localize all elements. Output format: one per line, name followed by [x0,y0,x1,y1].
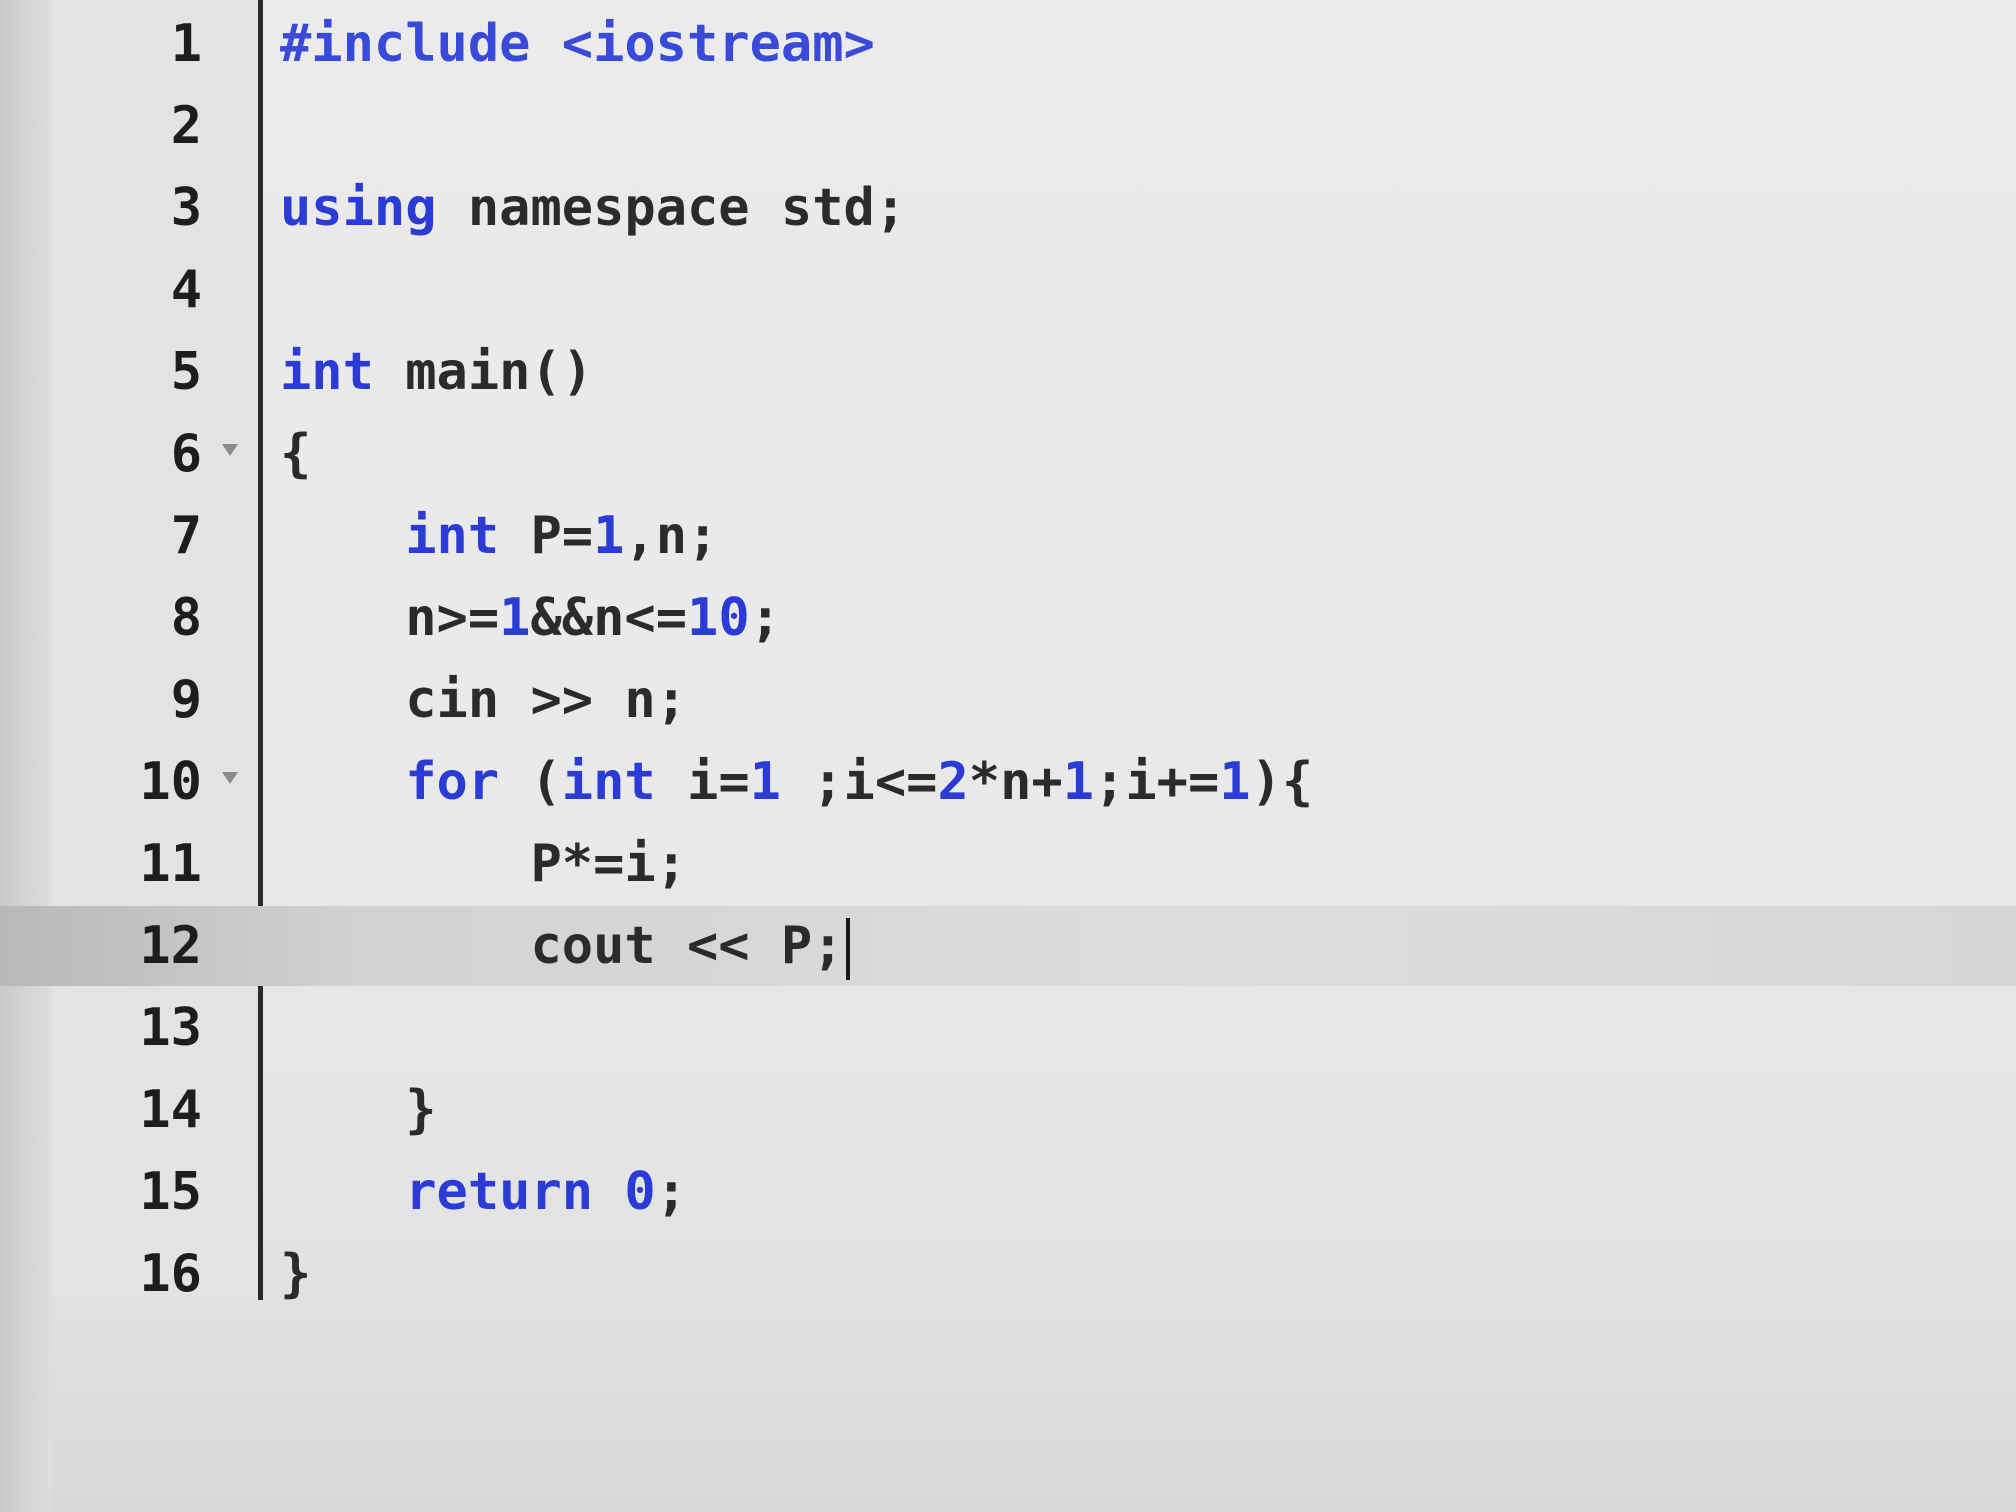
code-token: cout << P; [280,916,844,976]
code-text[interactable]: cout << P; [280,906,850,986]
line-number: 4 [170,260,202,320]
line-number: 7 [170,506,202,566]
code-token: } [280,1080,437,1140]
code-token: { [280,424,312,484]
code-text[interactable]: int P=1,n; [280,496,718,576]
code-line[interactable]: 8 n>=1&&n<=10; [0,578,2016,658]
code-line[interactable]: 1 #include <iostream> [0,4,2016,84]
code-line[interactable]: 3 using namespace std; [0,168,2016,248]
code-token: P*=i; [280,834,687,894]
line-number: 14 [139,1080,202,1140]
line-number: 12 [139,916,202,976]
code-text[interactable]: using namespace std; [280,168,906,248]
code-token: ; [655,1162,688,1222]
code-editor[interactable]: 1 #include <iostream> 2 3 using namespace st… [0,0,2016,1512]
line-number: 9 [170,670,202,730]
code-token: P= [499,506,594,566]
code-token: cin >> n; [280,670,687,730]
keyword-token: int [280,342,374,402]
code-token: &&n<= [530,588,688,648]
code-line[interactable]: 16} [0,1234,2016,1314]
code-token: *n+ [968,752,1063,812]
line-number: 8 [170,588,202,648]
line-number: 3 [170,178,202,238]
keyword-token: return [405,1162,594,1222]
line-number: 2 [170,96,202,156]
code-token: } [280,1244,312,1304]
code-text[interactable]: int main() [280,332,593,412]
code-text[interactable]: { [280,414,311,494]
line-number: 1 [170,14,202,74]
code-line[interactable]: 14 } [0,1070,2016,1150]
code-line[interactable]: 7 int P=1,n; [0,496,2016,576]
line-number: 16 [139,1244,202,1304]
keyword-token: for [405,752,500,812]
code-text[interactable]: P*=i; [280,824,687,904]
code-line[interactable]: 15 return 0; [0,1152,2016,1232]
code-token: n>= [280,588,500,648]
code-token: ;i+= [1094,752,1220,812]
code-token: ;i<= [780,752,938,812]
number-token: 1 [1062,752,1095,812]
code-token: ; [749,588,781,648]
fold-arrow-icon[interactable] [222,772,238,784]
number-token: 0 [624,1162,656,1222]
code-line[interactable]: 4 [0,250,2016,330]
keyword-token: int [405,506,500,566]
code-token: ( [499,752,562,812]
number-token: 1 [1219,752,1251,812]
code-line[interactable]: 5 int main() [0,332,2016,412]
code-text[interactable]: cin >> n; [280,660,687,740]
code-line[interactable]: 6{ [0,414,2016,494]
code-line[interactable]: 10 for (int i=1 ;i<=2*n+1;i+=1){ [0,742,2016,822]
line-number: 6 [170,424,202,484]
code-line[interactable]: 9 cin >> n; [0,660,2016,740]
code-line[interactable]: 2 [0,86,2016,166]
code-text[interactable]: return 0; [280,1152,687,1232]
code-line[interactable]: 11 P*=i; [0,824,2016,904]
keyword-token: int [561,752,656,812]
line-number: 11 [139,834,202,894]
code-text[interactable]: } [280,1070,437,1150]
line-number: 15 [139,1162,202,1222]
code-text[interactable]: n>=1&&n<=10; [280,578,781,658]
number-token: 1 [749,752,781,812]
number-token: 10 [687,588,750,648]
code-text[interactable]: for (int i=1 ;i<=2*n+1;i+=1){ [280,742,1313,822]
text-caret [845,918,850,980]
preprocessor-token: #include <iostream> [280,14,875,74]
keyword-token: using [280,178,437,238]
code-text[interactable]: } [280,1234,311,1314]
line-number: 13 [139,998,202,1058]
code-text[interactable]: #include <iostream> [280,4,875,84]
number-token: 1 [593,506,625,566]
code-token: ,n; [624,506,719,566]
code-token: ){ [1250,752,1314,812]
code-token: i= [655,752,750,812]
code-line[interactable]: 13 [0,988,2016,1068]
number-token: 2 [937,752,969,812]
code-line[interactable]: 12 cout << P; [0,906,2016,986]
fold-arrow-icon[interactable] [222,444,238,456]
line-number: 10 [139,752,202,812]
code-token: main() [373,342,594,402]
line-number: 5 [170,342,202,402]
number-token: 1 [499,588,531,648]
code-token: namespace std; [436,178,907,238]
